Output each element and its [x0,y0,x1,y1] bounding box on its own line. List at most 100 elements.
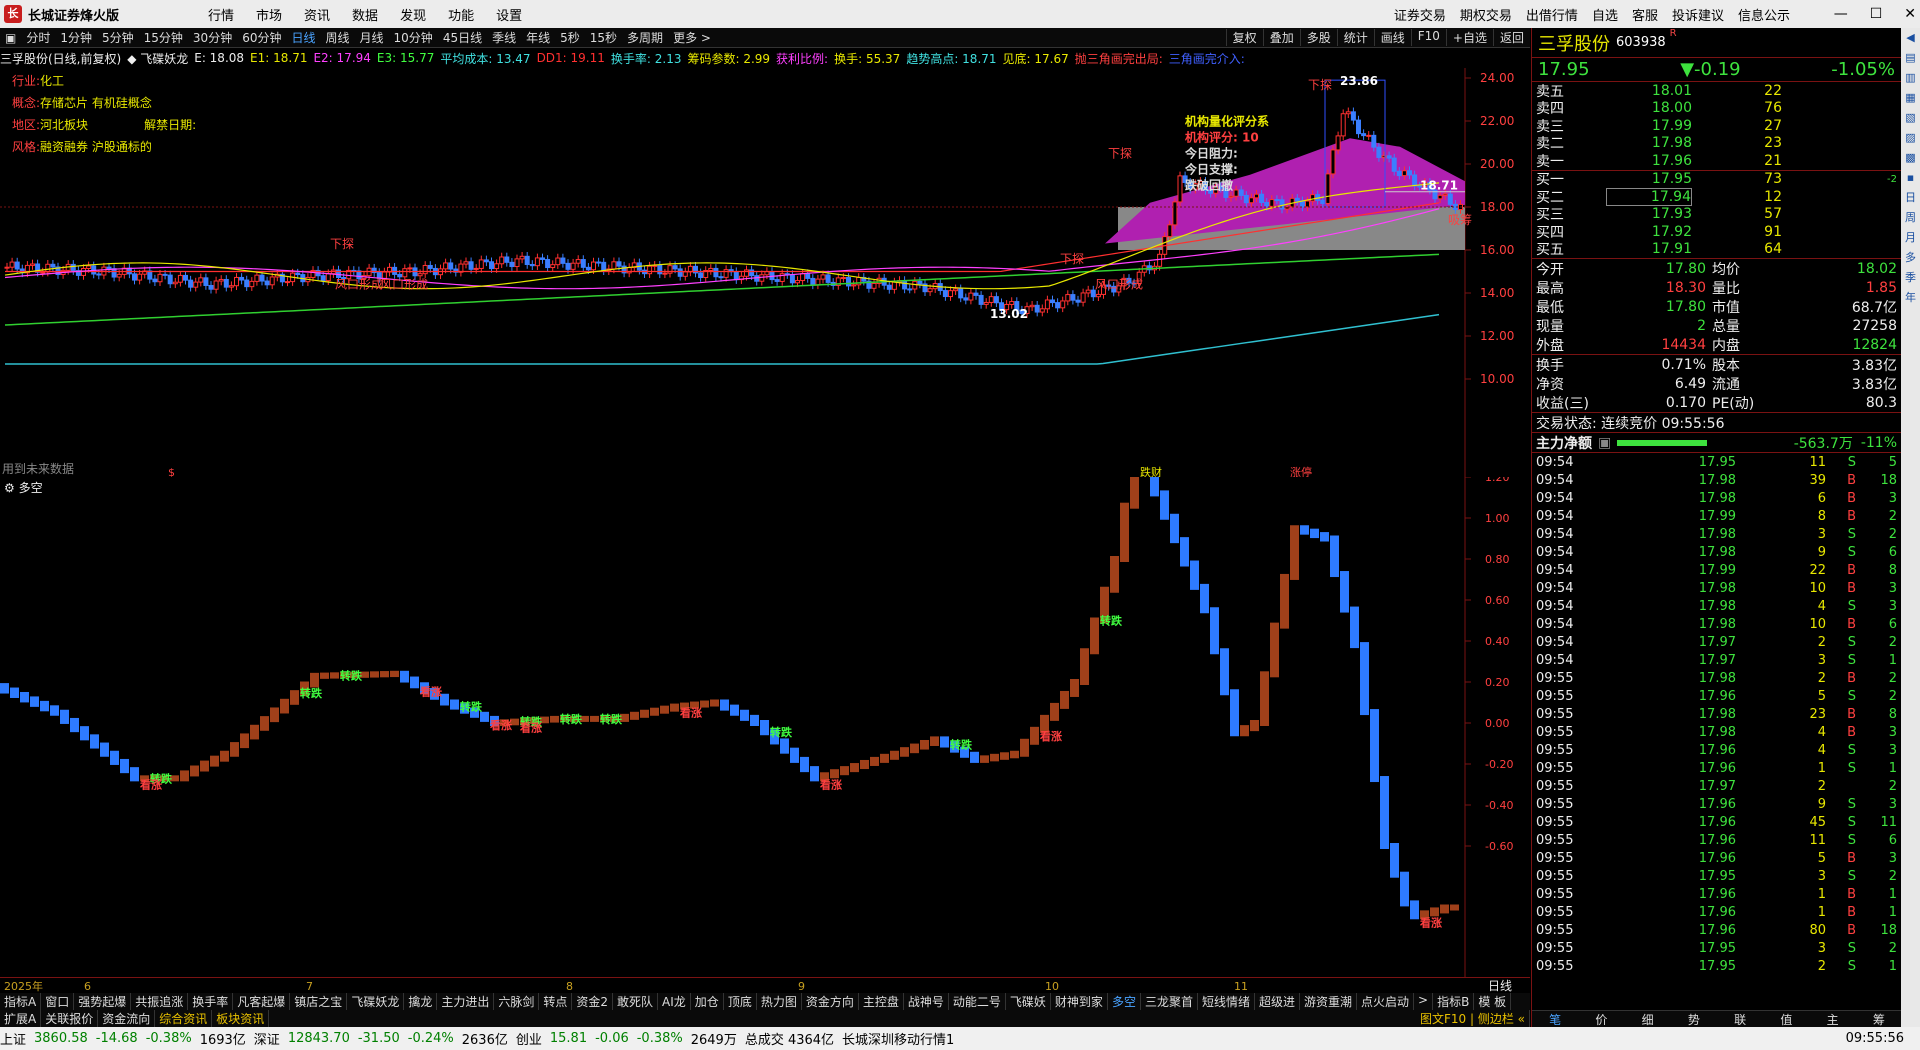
ext-tab-4[interactable]: 板块资讯 [212,1010,270,1027]
indicator-tab-6[interactable]: 镇店之宝 [290,993,348,1010]
indicator-tab-28[interactable]: 游资重潮 [1300,993,1358,1010]
menu-item-1[interactable]: 市场 [256,5,282,24]
side-tool-10[interactable]: 月 [1901,228,1920,248]
indicator-tab-16[interactable]: 顶底 [724,993,757,1010]
feed-name[interactable]: 长城深圳移动行情1 [842,1029,954,1048]
ask-row[interactable]: 卖一 17.96 21 [1532,152,1901,170]
indicator-tab-29[interactable]: 点火启动 [1357,993,1415,1010]
collapse-icon[interactable]: ▣ [0,31,21,45]
right-menu-item-4[interactable]: 客服 [1632,5,1658,24]
side-tool-2[interactable]: ▥ [1901,68,1920,88]
ext-tab-3[interactable]: 综合资讯 [155,1010,213,1027]
cy-name[interactable]: 创业 [516,1029,542,1048]
period-tab-9[interactable]: 10分钟 [389,29,438,46]
indicator-tab-24[interactable]: 多空 [1108,993,1141,1010]
menu-item-4[interactable]: 发现 [400,5,426,24]
tool-button-1[interactable]: 叠加 [1262,29,1300,46]
indicator-tab-23[interactable]: 财神到家 [1051,993,1108,1010]
menu-item-0[interactable]: 行情 [208,5,234,24]
indicator-tab-0[interactable]: 指标A [0,993,42,1010]
period-tab-1[interactable]: 1分钟 [55,29,97,46]
bid-row[interactable]: 买二 17.94 12 [1532,187,1901,206]
indicator-tab-18[interactable]: 资金方向 [802,993,859,1010]
period-tab-7[interactable]: 周线 [321,29,355,46]
menu-item-2[interactable]: 资讯 [304,5,330,24]
period-tab-15[interactable]: 多周期 [622,29,668,46]
quote-tab-0[interactable]: 笔 [1532,1011,1578,1027]
tool-button-6[interactable]: +自选 [1445,29,1493,46]
side-tool-4[interactable]: ▧ [1901,108,1920,128]
ask-row[interactable]: 卖三 17.99 27 [1532,117,1901,135]
maximize-icon[interactable]: ☐ [1870,6,1883,22]
indicator-tab-8[interactable]: 擒龙 [404,993,438,1010]
menu-item-5[interactable]: 功能 [448,5,474,24]
period-tab-8[interactable]: 月线 [355,29,389,46]
indicator-tab-3[interactable]: 共振追涨 [131,993,189,1010]
duokong-indicator-chart[interactable]: 1.20 1.00 0.80 0.60 0.40 0.20 0.00 -0.20 -0.40 -0… [0,449,1530,977]
indicator-tab-7[interactable]: 飞碟妖龙 [347,993,405,1010]
side-tool-11[interactable]: 多 [1901,248,1920,268]
ask-row[interactable]: 卖五 18.01 22 [1532,82,1901,100]
indicator-tab-5[interactable]: 凡客起爆 [233,993,291,1010]
ask-row[interactable]: 卖四 18.00 76 [1532,100,1901,117]
period-tab-0[interactable]: 分时 [21,29,55,46]
tool-button-7[interactable]: 返回 [1492,29,1530,46]
side-tool-13[interactable]: 年 [1901,288,1920,308]
indicator-tab-31[interactable]: 指标B [1433,993,1475,1010]
quote-tab-5[interactable]: 值 [1763,1011,1809,1027]
indicator-tab-27[interactable]: 超级进 [1255,993,1300,1010]
side-tool-7[interactable]: ▪ [1901,168,1920,188]
period-tab-16[interactable]: 更多 > [668,29,716,46]
right-menu-item-0[interactable]: 证券交易 [1394,5,1446,24]
indicator-tab-25[interactable]: 三龙聚首 [1141,993,1198,1010]
side-tool-3[interactable]: ▦ [1901,88,1920,108]
indicator-tab-4[interactable]: 换手率 [188,993,234,1010]
indicator-tab-1[interactable]: 窗口 [41,993,75,1010]
ext-tab-1[interactable]: 关联报价 [41,1010,99,1027]
bid-row[interactable]: 买四 17.92 91 [1532,223,1901,241]
toggle-icon[interactable]: ▣ [1598,435,1611,451]
tool-button-0[interactable]: 复权 [1225,29,1263,46]
tool-button-4[interactable]: 画线 [1373,29,1411,46]
indicator-svg[interactable]: 1.20 1.00 0.80 0.60 0.40 0.20 0.00 -0.20 -0.40 -0… [0,449,1530,977]
side-tool-0[interactable]: ◀ [1901,28,1920,48]
indicator-tab-11[interactable]: 转点 [539,993,573,1010]
period-tab-12[interactable]: 年线 [521,29,555,46]
quote-tab-7[interactable]: 筹 [1856,1011,1902,1027]
kline-svg[interactable]: 24.00 22.00 20.00 18.00 16.00 14.00 12.00 10.00… [0,68,1530,479]
period-tab-4[interactable]: 30分钟 [188,29,237,46]
period-tab-3[interactable]: 15分钟 [139,29,188,46]
side-tool-6[interactable]: ▩ [1901,148,1920,168]
indicator-tab-9[interactable]: 主力进出 [437,993,495,1010]
menu-item-3[interactable]: 数据 [352,5,378,24]
right-menu-item-5[interactable]: 投诉建议 [1672,5,1724,24]
quote-tab-3[interactable]: 势 [1671,1011,1717,1027]
side-tool-12[interactable]: 季 [1901,268,1920,288]
indicator-tab-30[interactable]: > [1414,993,1434,1010]
ext-tab-2[interactable]: 资金流向 [98,1010,156,1027]
menu-item-6[interactable]: 设置 [496,5,522,24]
period-tab-5[interactable]: 60分钟 [237,29,286,46]
period-tab-11[interactable]: 季线 [487,29,521,46]
quote-tab-6[interactable]: 主 [1810,1011,1856,1027]
right-menu-item-6[interactable]: 信息公示 [1738,5,1790,24]
side-tool-8[interactable]: 日 [1901,188,1920,208]
indicator-tab-22[interactable]: 飞碟妖 [1006,993,1051,1010]
close-icon[interactable]: ✕ [1904,6,1916,22]
period-tab-13[interactable]: 5秒 [555,29,585,46]
period-tab-10[interactable]: 45日线 [438,29,487,46]
indicator-tab-10[interactable]: 六脉剑 [494,993,540,1010]
right-menu-item-3[interactable]: 自选 [1592,5,1618,24]
ext-tab-0[interactable]: 扩展A [0,1010,42,1027]
indicator-tab-21[interactable]: 动能二号 [949,993,1006,1010]
period-tab-6[interactable]: 日线 [286,29,320,46]
side-tool-5[interactable]: ▨ [1901,128,1920,148]
quote-tab-4[interactable]: 联 [1717,1011,1763,1027]
period-tab-14[interactable]: 15秒 [585,29,622,46]
indicator-tab-17[interactable]: 热力图 [757,993,802,1010]
indicator-tab-2[interactable]: 强势起爆 [74,993,132,1010]
tool-button-3[interactable]: 统计 [1336,29,1374,46]
right-menu-item-1[interactable]: 期权交易 [1460,5,1512,24]
f10-sidebar-toggle[interactable]: 图文F10 | 侧边栏 « [1416,1010,1530,1027]
sz-name[interactable]: 深证 [254,1029,280,1048]
